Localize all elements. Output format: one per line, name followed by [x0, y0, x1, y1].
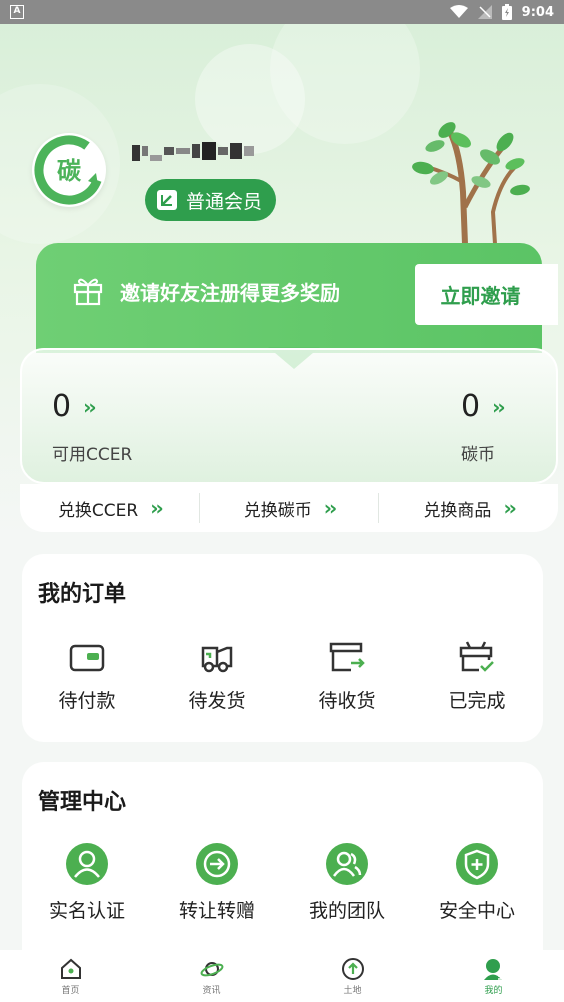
member-level-badge: 普通会员 — [145, 179, 277, 221]
coin-label: 碳币 — [461, 445, 495, 465]
avatar[interactable]: 碳 — [32, 133, 106, 207]
battery-icon — [501, 4, 512, 20]
plant-illustration — [412, 122, 530, 244]
order-pending-receipt[interactable]: 待收货 — [292, 638, 402, 713]
chevron-double-right-icon: ›› — [503, 496, 517, 520]
chevron-double-right-icon: ›› — [83, 394, 97, 419]
upload-circle-icon — [341, 957, 364, 980]
username-redacted — [132, 138, 288, 164]
orders-title: 我的订单 — [38, 582, 127, 607]
real-name-verify-label: 实名认证 — [48, 900, 125, 922]
transfer-icon — [196, 843, 238, 885]
clock: 9:04 — [521, 4, 554, 20]
transfer-gift-label: 转让转赠 — [178, 900, 255, 922]
profile-icon — [483, 958, 504, 980]
chevron-double-right-icon: ›› — [150, 496, 164, 520]
management-card: 管理中心 实名认证 转让转赠 我的团队 安全中心 — [22, 762, 543, 950]
order-pending-receipt-label: 待收货 — [318, 690, 376, 712]
chevron-double-right-icon: ›› — [492, 394, 506, 419]
order-pending-shipment-label: 待发货 — [188, 690, 246, 712]
coin-value: 0 — [461, 389, 481, 424]
order-pending-payment-label: 待付款 — [58, 690, 116, 712]
shield-icon — [456, 843, 498, 885]
transfer-gift[interactable]: 转让转赠 — [162, 842, 272, 923]
order-completed[interactable]: 已完成 — [422, 638, 532, 713]
bottom-nav: 首页 资讯 土地 我的 — [0, 950, 564, 1002]
nav-news[interactable]: 资讯 — [152, 957, 272, 996]
invite-text: 邀请好友注册得更多奖励 — [120, 280, 340, 305]
gift-check-icon — [459, 641, 494, 672]
planet-icon — [200, 961, 223, 976]
coin-balance[interactable]: 0 ›› — [461, 389, 506, 424]
carbon-logo-icon: 碳 — [34, 135, 104, 205]
box-arrow-icon — [329, 642, 365, 672]
exchange-goods-link[interactable]: 兑换商品 ›› — [379, 496, 558, 521]
invite-now-button[interactable]: 立即邀请 — [415, 264, 558, 325]
nav-news-label: 资讯 — [202, 985, 221, 996]
status-bar: A 9:04 — [0, 0, 564, 24]
nav-home-label: 首页 — [61, 985, 80, 996]
nav-land[interactable]: 土地 — [293, 957, 413, 996]
management-title: 管理中心 — [38, 790, 127, 815]
security-center-label: 安全中心 — [438, 900, 515, 922]
security-center[interactable]: 安全中心 — [422, 842, 532, 923]
team-icon — [326, 843, 368, 885]
orders-card: 我的订单 待付款 待发货 待收货 已完成 — [22, 554, 543, 742]
real-name-verify[interactable]: 实名认证 — [32, 842, 142, 923]
wallet-icon — [69, 644, 105, 672]
edit-icon — [157, 190, 177, 210]
chevron-double-right-icon: ›› — [323, 496, 338, 520]
nav-mine-label: 我的 — [484, 985, 503, 996]
home-icon — [60, 958, 81, 979]
order-pending-payment[interactable]: 待付款 — [32, 638, 142, 713]
nav-land-label: 土地 — [343, 985, 362, 996]
exchange-coin-link[interactable]: 兑换碳币 ›› — [200, 496, 379, 521]
order-pending-shipment[interactable]: 待发货 — [162, 638, 272, 713]
no-signal-icon — [477, 5, 492, 19]
avatar-logo-text: 碳 — [57, 157, 82, 185]
order-completed-label: 已完成 — [448, 690, 506, 712]
nav-mine[interactable]: 我的 — [434, 957, 554, 996]
exchange-goods-label: 兑换商品 — [423, 500, 492, 521]
exchange-ccer-link[interactable]: 兑换CCER ›› — [20, 496, 199, 521]
member-level-label: 普通会员 — [186, 190, 263, 213]
user-verify-icon — [66, 843, 108, 885]
exchange-row: 兑换CCER ›› 兑换碳币 ›› 兑换商品 ›› — [20, 484, 558, 532]
ccer-label: 可用CCER — [52, 445, 133, 465]
ccer-balance[interactable]: 0 ›› — [52, 389, 97, 424]
my-team[interactable]: 我的团队 — [292, 842, 402, 923]
nav-home[interactable]: 首页 — [11, 957, 131, 996]
gift-icon — [73, 278, 103, 306]
invite-message: 邀请好友注册得更多奖励 — [72, 276, 340, 306]
wifi-icon — [449, 5, 468, 18]
notification-a-icon: A — [10, 5, 24, 19]
exchange-coin-label: 兑换碳币 — [243, 500, 312, 521]
ccer-value: 0 — [52, 389, 72, 424]
exchange-ccer-label: 兑换CCER — [57, 500, 139, 521]
truck-icon — [201, 646, 233, 673]
my-team-label: 我的团队 — [308, 900, 385, 922]
